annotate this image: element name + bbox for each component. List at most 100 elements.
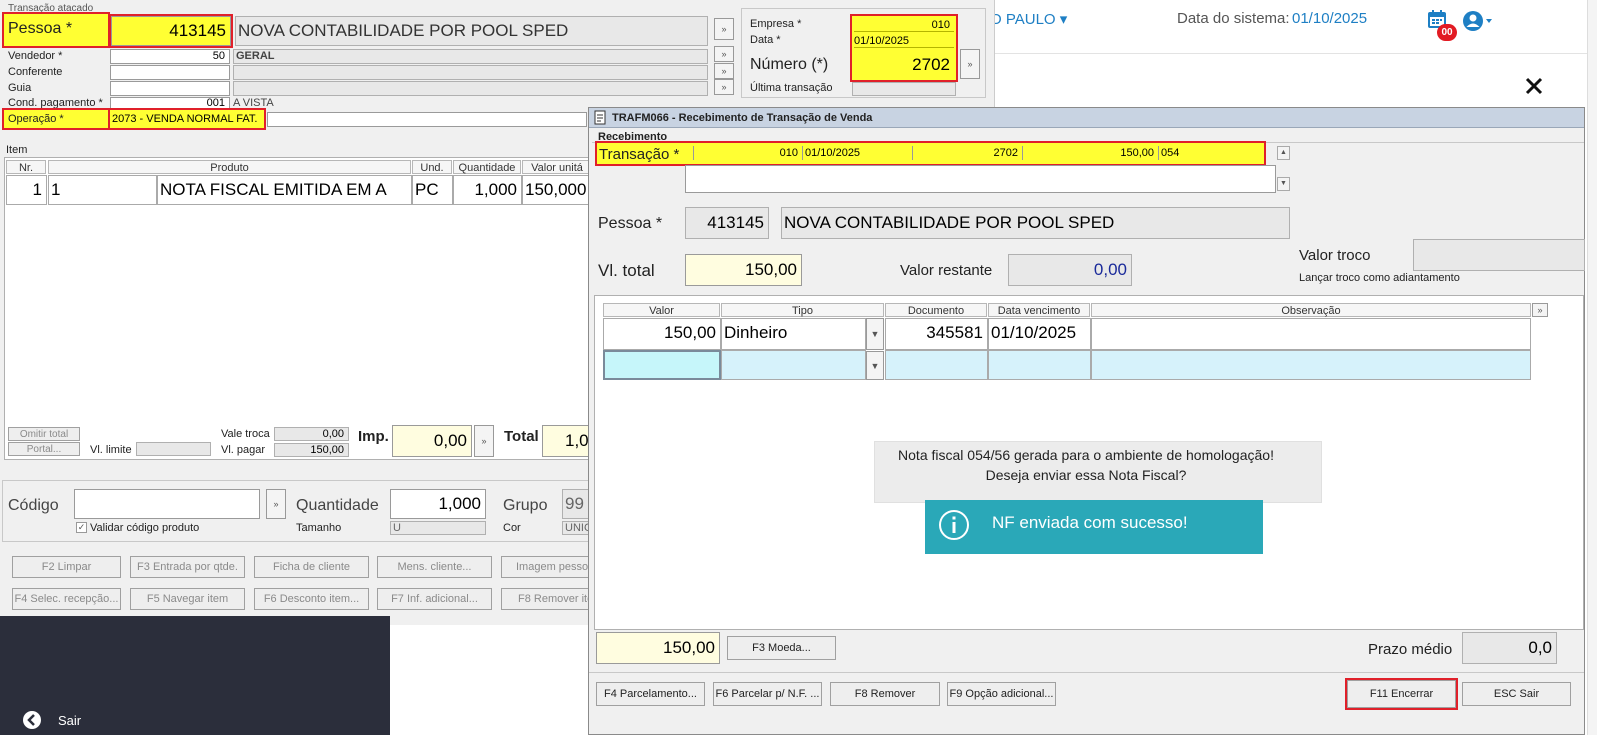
validar-label: Validar código produto bbox=[90, 522, 200, 534]
esc-sair-button[interactable]: ESC Sair bbox=[1462, 682, 1571, 706]
valor-restante-field: 0,00 bbox=[1008, 254, 1132, 286]
vendedor-search-button[interactable]: » bbox=[714, 46, 734, 62]
grid-new-row-vencimento[interactable] bbox=[988, 350, 1091, 380]
modal-title: TRAFM066 - Recebimento de Transação de V… bbox=[612, 112, 873, 124]
guia-search-button[interactable]: » bbox=[714, 79, 734, 95]
conferente-name bbox=[233, 65, 708, 80]
codigo-label: Código bbox=[8, 497, 59, 514]
vl-total-field[interactable]: 150,00 bbox=[685, 254, 802, 286]
user-avatar-icon[interactable] bbox=[1462, 10, 1494, 32]
grid-cell-observacao[interactable] bbox=[1091, 318, 1531, 350]
right-scrollbar[interactable] bbox=[1587, 0, 1597, 735]
new-row-dropdown-arrow[interactable]: ▼ bbox=[866, 351, 884, 380]
sair-label[interactable]: Sair bbox=[58, 713, 81, 728]
grid-cell-valor[interactable]: 150,00 bbox=[603, 318, 721, 350]
conferente-search-button[interactable]: » bbox=[714, 63, 734, 79]
mens-cliente-button[interactable]: Mens. cliente... bbox=[377, 556, 492, 578]
transacao-empresa[interactable]: 010 bbox=[693, 146, 802, 160]
scroll-up-icon[interactable]: ▲ bbox=[1277, 146, 1290, 160]
portal-button[interactable]: Portal... bbox=[8, 442, 80, 456]
vl-total-label: Vl. total bbox=[598, 261, 655, 280]
tamanho-label: Tamanho bbox=[296, 522, 342, 534]
vendedor-field[interactable]: 50 bbox=[110, 49, 230, 64]
guia-field[interactable] bbox=[110, 81, 230, 96]
grid-config-button[interactable]: » bbox=[1532, 303, 1548, 317]
f2-limpar-button[interactable]: F2 Limpar bbox=[12, 556, 121, 578]
f8-remover-button[interactable]: F8 Remover ite bbox=[501, 588, 595, 610]
f5-navegar-button[interactable]: F5 Navegar item bbox=[130, 588, 245, 610]
operacao-name bbox=[267, 112, 587, 127]
f3-moeda-button[interactable]: F3 Moeda... bbox=[727, 636, 836, 660]
item-cell-nr[interactable]: 1 bbox=[6, 175, 47, 205]
tipo-dropdown-arrow[interactable]: ▼ bbox=[866, 318, 884, 350]
codigo-field[interactable] bbox=[74, 489, 260, 519]
vale-troca-label: Vale troca bbox=[221, 428, 270, 440]
scroll-down-icon[interactable]: ▼ bbox=[1277, 177, 1290, 191]
f6-desconto-button[interactable]: F6 Desconto item... bbox=[254, 588, 369, 610]
grupo-label: Grupo bbox=[503, 497, 548, 514]
item-header-valor: Valor unitá bbox=[522, 160, 592, 174]
grid-new-row-tipo[interactable] bbox=[721, 350, 866, 380]
imp-button[interactable]: » bbox=[474, 425, 494, 457]
tamanho-field: U bbox=[390, 521, 486, 535]
operacao-field[interactable]: 2073 - VENDA NORMAL FAT. bbox=[108, 108, 266, 130]
transacao-data[interactable]: 01/10/2025 bbox=[802, 146, 912, 160]
item-cell-quantidade[interactable]: 1,000 bbox=[453, 175, 522, 205]
valor-troco-field bbox=[1413, 239, 1585, 271]
item-cell-und[interactable]: PC bbox=[412, 175, 453, 205]
transacao-valor[interactable]: 150,00 bbox=[1022, 146, 1158, 160]
data-field[interactable]: 01/10/2025 bbox=[854, 34, 954, 48]
system-date: 01/10/2025 bbox=[1292, 10, 1368, 27]
f6-parcelar-button[interactable]: F6 Parcelar p/ N.F. ... bbox=[713, 682, 822, 706]
grid-cell-documento[interactable]: 345581 bbox=[885, 318, 988, 350]
grid-new-row-valor[interactable] bbox=[603, 350, 721, 380]
total-label: Total bbox=[504, 428, 539, 445]
pessoa-search-button[interactable]: » bbox=[714, 18, 734, 40]
pessoa-code-field[interactable]: 413145 bbox=[109, 14, 233, 48]
transacao-serie[interactable]: 054 bbox=[1158, 146, 1262, 160]
nf-dialog-line1: Nota fiscal 054/56 gerada para o ambient… bbox=[898, 447, 1274, 463]
item-cell-valor[interactable]: 150,000 bbox=[522, 175, 594, 205]
transacao-numero[interactable]: 2702 bbox=[912, 146, 1022, 160]
empresa-field[interactable]: 010 bbox=[854, 18, 954, 32]
cond-pagamento-field[interactable]: 001 bbox=[110, 97, 230, 110]
omitir-total-button[interactable]: Omitir total bbox=[8, 427, 80, 441]
close-icon[interactable] bbox=[1524, 76, 1544, 96]
vendedor-label: Vendedor * bbox=[8, 50, 63, 62]
item-cell-code[interactable]: 1 bbox=[48, 175, 157, 205]
lancar-troco-label[interactable]: Lançar troco como adiantamento bbox=[1299, 272, 1460, 284]
sair-icon[interactable] bbox=[22, 710, 42, 730]
grid-new-row-observacao[interactable] bbox=[1091, 350, 1531, 380]
codigo-search-button[interactable]: » bbox=[266, 489, 286, 519]
numero-label: Número (*) bbox=[750, 56, 829, 73]
ultima-transacao-label: Última transação bbox=[750, 82, 833, 94]
imp-field[interactable]: 0,00 bbox=[392, 425, 472, 457]
transacao-list-area[interactable] bbox=[685, 165, 1276, 193]
imagem-pessoa-button[interactable]: Imagem pessoa bbox=[501, 556, 595, 578]
f4-parcelamento-button[interactable]: F4 Parcelamento... bbox=[596, 682, 705, 706]
city-dropdown[interactable]: O PAULO ▾ bbox=[990, 10, 1067, 28]
valor-troco-label: Valor troco bbox=[1299, 247, 1371, 264]
ultima-transacao-field bbox=[852, 82, 956, 96]
f9-opcao-button[interactable]: F9 Opção adicional... bbox=[947, 682, 1056, 706]
f4-selec-button[interactable]: F4 Selec. recepção... bbox=[12, 588, 121, 610]
quantidade-field[interactable]: 1,000 bbox=[390, 489, 486, 519]
f11-encerrar-button[interactable]: F11 Encerrar bbox=[1345, 678, 1458, 710]
f7-inf-button[interactable]: F7 Inf. adicional... bbox=[377, 588, 492, 610]
f3-entrada-button[interactable]: F3 Entrada por qtde. bbox=[130, 556, 245, 578]
f8-remover-modal-button[interactable]: F8 Remover bbox=[830, 682, 940, 706]
conferente-field[interactable] bbox=[110, 65, 230, 80]
grid-cell-vencimento[interactable]: 01/10/2025 bbox=[988, 318, 1091, 350]
item-cell-produto[interactable]: NOTA FISCAL EMITIDA EM A bbox=[157, 175, 412, 205]
validar-checkbox[interactable]: ✓ bbox=[76, 522, 87, 533]
vl-pagar-label: Vl. pagar bbox=[221, 444, 266, 456]
numero-field[interactable]: 2702 bbox=[854, 52, 954, 78]
nf-dialog-line2: Deseja enviar essa Nota Fiscal? bbox=[985, 467, 1187, 483]
grid-new-row-documento[interactable] bbox=[885, 350, 988, 380]
vl-limite-label: Vl. limite bbox=[90, 444, 132, 456]
notification-badge: 00 bbox=[1437, 24, 1457, 41]
ficha-cliente-button[interactable]: Ficha de cliente bbox=[254, 556, 369, 578]
conferente-label: Conferente bbox=[8, 66, 63, 78]
numero-search-button[interactable]: » bbox=[960, 49, 980, 79]
grid-cell-tipo[interactable]: Dinheiro bbox=[721, 318, 866, 350]
